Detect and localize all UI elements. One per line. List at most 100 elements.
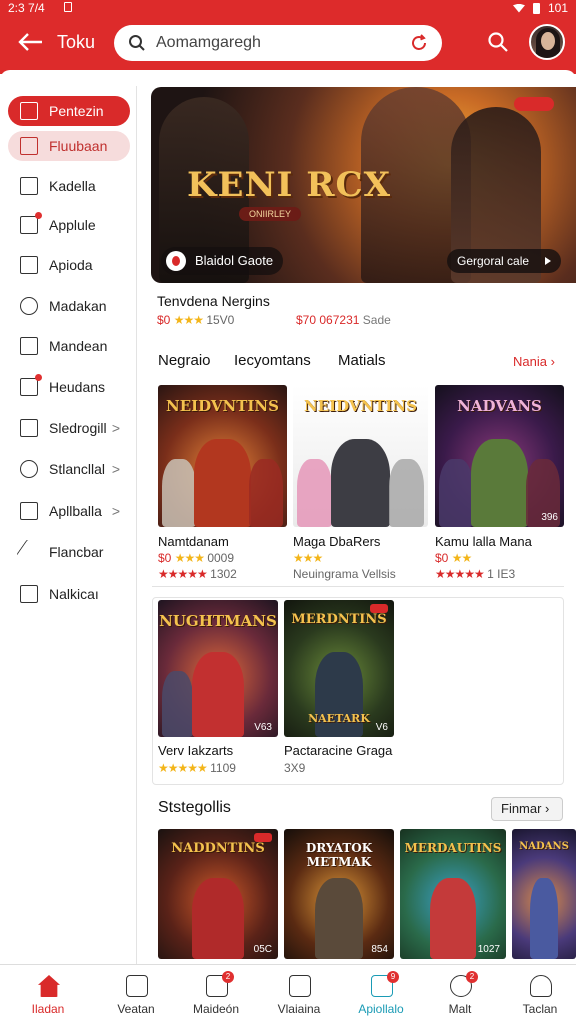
- sidebar-item-pentezin[interactable]: Pentezin: [8, 96, 130, 126]
- hero-banner[interactable]: KENI RCX ONIIRLEY Blaidol Gaote Gergoral…: [151, 87, 576, 283]
- hero-title: KENI RCX: [187, 165, 391, 205]
- gear-icon: [20, 460, 38, 478]
- hero-brand-chip[interactable]: Blaidol Gaote: [161, 247, 284, 275]
- sidebar-item-applule[interactable]: Applule: [8, 210, 130, 240]
- list-icon: [20, 502, 38, 520]
- calendar-icon: [20, 177, 38, 195]
- featured-sales-value: 067231: [319, 313, 360, 327]
- product-name: Namtdanam: [158, 534, 229, 549]
- compass-icon: [126, 975, 148, 997]
- bottom-nav: Iladan Veatan 2 Maideón Vlaiaina 9 Apiol…: [0, 964, 576, 1024]
- sidebar-item-kadella[interactable]: Kadella: [8, 171, 130, 201]
- product-price-line: 3X9: [284, 761, 305, 775]
- nav-veatan[interactable]: Veatan: [96, 965, 176, 1024]
- nav-apiollalo[interactable]: 9 Apiollalo: [341, 965, 421, 1024]
- hero-cta-label: Gergoral cale: [457, 254, 530, 268]
- nav-home[interactable]: Iladan: [8, 965, 88, 1024]
- sidebar-item-stlancllal[interactable]: Stlancllal >: [8, 454, 130, 484]
- product-rating: 1302: [210, 567, 237, 581]
- back-arrow-icon[interactable]: [18, 31, 44, 53]
- status-icons: 101: [512, 1, 568, 15]
- cover-title: NEIDVNTINS: [166, 397, 279, 415]
- cover-count: 1027: [477, 944, 500, 955]
- product-price-line: $0 ★★★ 0009: [158, 551, 234, 565]
- nav-badge: 9: [387, 971, 399, 983]
- cover-title: NEIDVNTINS: [304, 397, 417, 415]
- refresh-icon[interactable]: [410, 34, 428, 52]
- product-name: Verv Iakzarts: [158, 743, 234, 758]
- home-icon: [38, 975, 60, 997]
- chevron-right-icon: >: [111, 420, 120, 436]
- product-meta: 1109: [210, 761, 236, 775]
- filter-button[interactable]: Finmar ›: [491, 797, 563, 821]
- sidebar-item-sledrogill[interactable]: Sledrogill >: [8, 413, 130, 443]
- search-icon[interactable]: [487, 31, 509, 53]
- sidebar-item-apioda[interactable]: Apioda: [8, 250, 130, 280]
- status-bar: 2:3 7/4 101: [6, 0, 570, 16]
- avatar[interactable]: [529, 24, 565, 60]
- see-more-link[interactable]: Nania ›: [513, 354, 555, 369]
- tab-iecyomtans[interactable]: Iecyomtans: [234, 352, 311, 369]
- sidebar-item-mandean[interactable]: Mandean: [8, 331, 130, 361]
- sidebar-item-apllballa[interactable]: Apllballa >: [8, 496, 130, 526]
- section-title: Ststegollis: [158, 799, 231, 816]
- sidebar-item-nalkicai[interactable]: Nalkicaı: [8, 579, 130, 609]
- chevron-right-icon: >: [111, 503, 120, 519]
- product-cover: NADANS: [512, 829, 576, 959]
- tab-matials[interactable]: Matials: [338, 352, 386, 369]
- nav-label: Vlaiaina: [277, 1002, 321, 1016]
- product-price: $0: [158, 551, 172, 565]
- product-rating-stars: ★★★★★: [435, 567, 485, 581]
- search-bar[interactable]: [114, 25, 442, 61]
- mail-badge-icon: [20, 374, 42, 396]
- edit-icon: [20, 102, 38, 120]
- featured-name: Tenvdena Nergins: [157, 293, 270, 309]
- product-price-line: ★★★★★ 1109: [158, 761, 236, 775]
- sidebar-item-heudans[interactable]: Heudans: [8, 372, 130, 402]
- app-bar: 2:3 7/4 101 Toku: [0, 0, 576, 74]
- hero-cta-button[interactable]: Gergoral cale: [447, 249, 561, 273]
- featured-rating-text: 15V0: [206, 313, 235, 327]
- product-rating: 1 IE3: [487, 567, 516, 581]
- square-icon: [20, 256, 38, 274]
- slash-icon: [20, 297, 38, 315]
- sidebar-item-label: Heudans: [49, 379, 106, 395]
- hero-subtitle: ONIIRLEY: [239, 207, 302, 221]
- product-cover: MERDNTINS NAETARK V6: [284, 600, 394, 737]
- nav-badge: 2: [466, 971, 478, 983]
- hero-brand-label: Blaidol Gaote: [195, 253, 274, 268]
- mail-badge-icon: [20, 212, 42, 234]
- product-price-line: $0 ★★: [435, 551, 472, 565]
- sidebar-item-fluubaan[interactable]: Fluubaan: [8, 131, 130, 161]
- search-input[interactable]: [156, 33, 396, 53]
- nav-label: Maideón: [192, 1002, 240, 1016]
- product-rating-line: Neuingrama Vellsis: [293, 567, 396, 581]
- cover-badge: [370, 604, 388, 613]
- status-right-text: 101: [547, 1, 568, 15]
- sidebar-item-label: Pentezin: [49, 103, 104, 119]
- sidebar-item-label: Flancbar: [49, 544, 104, 560]
- featured-sales-label: Sade: [362, 313, 391, 327]
- cover-title: DRYATOK METMAK: [305, 841, 373, 869]
- product-rating: 3X9: [284, 761, 306, 775]
- wifi-icon: [512, 3, 525, 13]
- sidebar-item-flancbar[interactable]: Flancbar: [8, 537, 130, 567]
- notification-icon: [64, 2, 72, 12]
- cover-count: V63: [254, 722, 272, 733]
- featured-sales: $70 067231 Sade: [296, 313, 391, 327]
- sidebar-item-label: Apioda: [49, 257, 93, 273]
- nav-maideon[interactable]: 2 Maideón: [176, 965, 256, 1024]
- product-name: Pactaracine Graga: [284, 743, 393, 758]
- chevron-right-icon: >: [111, 461, 120, 477]
- nav-malt[interactable]: 2 Malt: [420, 965, 500, 1024]
- tab-negraio[interactable]: Negraio: [158, 352, 211, 369]
- cover-title: NADANS: [519, 841, 569, 852]
- nav-taclan[interactable]: Taclan: [500, 965, 576, 1024]
- cover-title: MERDAUTINS: [404, 841, 502, 855]
- nav-vlaiaina[interactable]: Vlaiaina: [259, 965, 339, 1024]
- search-icon: [129, 35, 145, 51]
- product-cover: NEIDVNTINS: [158, 385, 287, 527]
- product-stars: ★★: [451, 551, 472, 565]
- product-rating: Neuingrama Vellsis: [293, 567, 396, 581]
- sidebar-item-madakan[interactable]: Madakan: [8, 291, 130, 321]
